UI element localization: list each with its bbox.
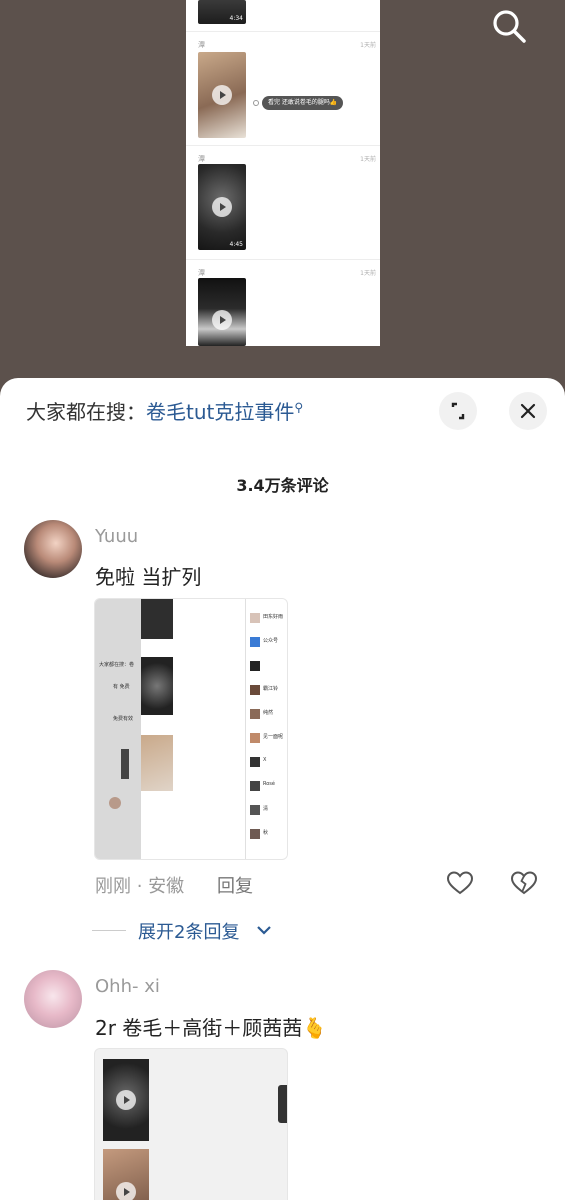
comment-sheet: 大家都在搜：卷毛tut克拉事件⚲ 3.4万条评论 Yuuu 免啦 当扩列 大家都… xyxy=(0,378,565,1200)
comment-text: 免啦 当扩列 xyxy=(95,565,202,589)
play-icon xyxy=(116,1090,136,1110)
image-text: 见一面呢 xyxy=(263,734,284,740)
image-thumb xyxy=(141,657,173,715)
play-icon xyxy=(116,1182,136,1200)
image-text: 纯然 xyxy=(263,710,274,716)
image-thumb xyxy=(141,735,173,791)
video-thumbnail xyxy=(198,52,246,138)
avatar[interactable] xyxy=(24,520,82,578)
duration-label: 4:34 xyxy=(229,15,243,22)
comment-username[interactable]: Ohh- xi xyxy=(95,976,160,997)
row-username: 潭 xyxy=(198,155,205,163)
hot-search-prefix: 大家都在搜： xyxy=(26,400,146,424)
dislike-button[interactable] xyxy=(510,870,538,900)
reply-button[interactable]: 回复 xyxy=(217,872,253,898)
comment-text: 2r 卷毛＋高街＋顾茜茜🫰 xyxy=(95,1016,328,1040)
image-text: 清 xyxy=(263,806,269,812)
search-small-icon: ⚲ xyxy=(294,400,304,415)
row-time: 1天前 xyxy=(360,270,376,277)
comment-meta: 刚刚 · 安徽 xyxy=(95,876,185,897)
comment-image[interactable]: 大家都在搜：卷 有 免费 免费有效 田东好雨 公众号 霸江铃 纯然 见一面呢 X… xyxy=(94,598,288,860)
close-icon xyxy=(520,403,536,419)
row-time: 1天前 xyxy=(360,156,376,163)
close-button[interactable] xyxy=(509,392,547,430)
broken-heart-icon xyxy=(510,871,538,895)
duration-label: 4:45 xyxy=(229,241,243,248)
image-contacts-panel: 田东好雨 公众号 霸江铃 纯然 见一面呢 X Rosé 清 秋 xyxy=(245,599,287,859)
image-text: 大家都在搜：卷 xyxy=(99,662,135,668)
avatar[interactable] xyxy=(24,970,82,1028)
image-text: Rosé xyxy=(263,781,275,787)
comment-image[interactable] xyxy=(94,1048,288,1200)
play-icon xyxy=(212,310,232,331)
scroll-handle[interactable] xyxy=(278,1085,287,1123)
comment-count: 3.4万条评论 xyxy=(236,476,329,495)
image-left-panel: 大家都在搜：卷 有 免费 免费有效 xyxy=(95,599,141,859)
image-avatar xyxy=(109,797,121,809)
hot-search-keyword[interactable]: 卷毛tut克拉事件 xyxy=(146,400,294,424)
search-icon xyxy=(493,10,526,43)
image-text: 田东好雨 xyxy=(263,614,284,620)
row-username: 潭 xyxy=(198,269,205,277)
video-thumbnail xyxy=(198,278,246,346)
like-button[interactable] xyxy=(446,870,474,900)
list-item: 潭 1天前 4:45 xyxy=(186,146,380,260)
video-thumbnail: 4:45 xyxy=(198,164,246,250)
expand-icon xyxy=(451,402,465,420)
play-icon xyxy=(212,197,232,217)
image-block xyxy=(121,749,129,779)
video-thumbnail: 4:34 xyxy=(198,0,246,24)
dot-icon xyxy=(253,100,259,106)
expand-button[interactable] xyxy=(439,392,477,430)
image-thumb xyxy=(141,599,173,639)
image-thumb xyxy=(103,1149,149,1200)
expand-replies-label: 展开2条回复 xyxy=(138,922,240,943)
list-item: 潭 1天前 看完 还敢说卷毛的腿吗👍 xyxy=(186,32,380,146)
image-text: 霸江铃 xyxy=(263,686,279,692)
video-player[interactable]: 4:34 潭 1天前 看完 还敢说卷毛的腿吗👍 潭 1天前 4:45 潭 1天前 xyxy=(0,0,565,390)
hot-search-bar[interactable]: 大家都在搜：卷毛tut克拉事件⚲ xyxy=(26,396,303,425)
divider-line xyxy=(92,930,126,931)
play-icon xyxy=(212,85,232,105)
row-username: 潭 xyxy=(198,41,205,49)
video-screenshot: 4:34 潭 1天前 看完 还敢说卷毛的腿吗👍 潭 1天前 4:45 潭 1天前 xyxy=(186,0,380,346)
image-thumb xyxy=(103,1059,149,1141)
image-text: 公众号 xyxy=(263,638,279,644)
image-text: 有 免费 xyxy=(113,684,130,690)
list-item: 4:34 xyxy=(186,0,380,32)
comment-bubble: 看完 还敢说卷毛的腿吗👍 xyxy=(262,96,344,110)
row-time: 1天前 xyxy=(360,42,376,49)
image-text: X xyxy=(263,757,267,763)
image-middle-panel xyxy=(141,599,245,859)
search-button[interactable] xyxy=(488,4,530,46)
chevron-down-icon xyxy=(257,926,271,935)
heart-icon xyxy=(446,871,474,895)
list-item: 潭 1天前 xyxy=(186,260,380,346)
comment-username[interactable]: Yuuu xyxy=(95,526,138,547)
image-text: 免费有效 xyxy=(113,716,134,722)
image-text: 秋 xyxy=(263,830,269,836)
